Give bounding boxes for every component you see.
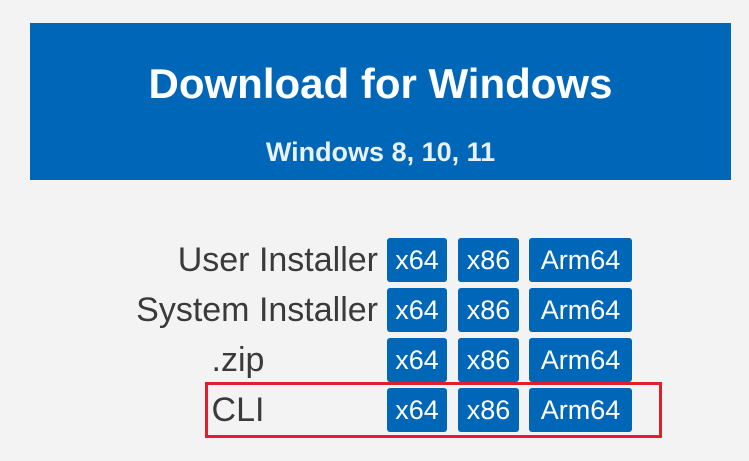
banner-subtitle: Windows 8, 10, 11 xyxy=(265,137,496,167)
zip-x86-button[interactable]: x86 xyxy=(458,338,519,382)
row-label-user-installer: User Installer xyxy=(177,241,378,279)
system-installer-x86-button[interactable]: x86 xyxy=(458,288,519,332)
cli-highlight-box xyxy=(205,382,662,438)
zip-arm64-button[interactable]: Arm64 xyxy=(529,338,632,382)
banner-title: Download for Windows xyxy=(148,60,613,107)
row-label-system-installer: System Installer xyxy=(136,291,378,329)
download-row-user-installer: User Installer x64 x86 Arm64 xyxy=(0,238,749,282)
user-installer-x64-button[interactable]: x64 xyxy=(387,238,447,282)
zip-x64-button[interactable]: x64 xyxy=(387,338,447,382)
row-label-zip: .zip xyxy=(211,341,265,379)
user-installer-arm64-button[interactable]: Arm64 xyxy=(529,238,632,282)
system-installer-x64-button[interactable]: x64 xyxy=(387,288,447,332)
system-installer-arm64-button[interactable]: Arm64 xyxy=(529,288,632,332)
download-row-zip: .zip x64 x86 Arm64 xyxy=(0,338,749,382)
download-row-system-installer: System Installer x64 x86 Arm64 xyxy=(0,288,749,332)
user-installer-x86-button[interactable]: x86 xyxy=(458,238,519,282)
download-for-windows-button[interactable]: Download for Windows Windows 8, 10, 11 xyxy=(30,23,731,180)
